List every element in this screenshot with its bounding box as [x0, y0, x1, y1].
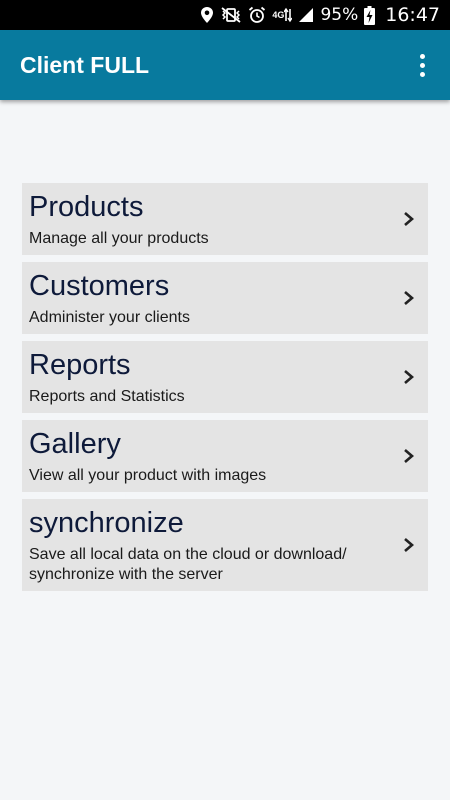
- menu-item-title: synchronize: [29, 507, 184, 539]
- menu-item-title: Products: [29, 191, 144, 223]
- clock: 16:47: [385, 4, 440, 26]
- menu-item-customers[interactable]: Customers Administer your clients: [22, 262, 428, 334]
- chevron-right-icon: [404, 449, 414, 463]
- battery-charging-icon: [364, 5, 376, 25]
- menu-item-subtitle: Save all local data on the cloud or down…: [29, 546, 347, 583]
- menu-item-subtitle: View all your product with images: [29, 467, 267, 484]
- alarm-icon: [248, 6, 266, 24]
- menu-item-products[interactable]: Products Manage all your products: [22, 183, 428, 255]
- app-bar: Client FULL: [0, 30, 450, 100]
- chevron-right-icon: [404, 212, 414, 226]
- network-4g-icon: 4G: [272, 7, 293, 23]
- vibrate-icon: [220, 7, 242, 23]
- app-title: Client FULL: [20, 51, 150, 78]
- menu-item-subtitle: Reports and Statistics: [29, 388, 185, 405]
- overflow-menu-icon[interactable]: [412, 50, 432, 80]
- chevron-right-icon: [404, 370, 414, 384]
- battery-percentage: 95%: [320, 5, 359, 25]
- location-icon: [200, 6, 214, 24]
- signal-icon: [298, 7, 314, 23]
- main-menu: Products Manage all your products Custom…: [22, 183, 428, 591]
- chevron-right-icon: [404, 291, 414, 305]
- menu-item-synchronize[interactable]: synchronize Save all local data on the c…: [22, 499, 428, 591]
- chevron-right-icon: [404, 538, 414, 552]
- menu-item-title: Reports: [29, 349, 131, 381]
- status-bar: 4G 95% 16:47: [0, 0, 450, 30]
- menu-item-subtitle: Administer your clients: [29, 309, 190, 326]
- menu-item-subtitle: Manage all your products: [29, 230, 209, 247]
- menu-item-title: Gallery: [29, 428, 121, 460]
- menu-item-title: Customers: [29, 270, 170, 302]
- menu-item-gallery[interactable]: Gallery View all your product with image…: [22, 420, 428, 492]
- menu-item-reports[interactable]: Reports Reports and Statistics: [22, 341, 428, 413]
